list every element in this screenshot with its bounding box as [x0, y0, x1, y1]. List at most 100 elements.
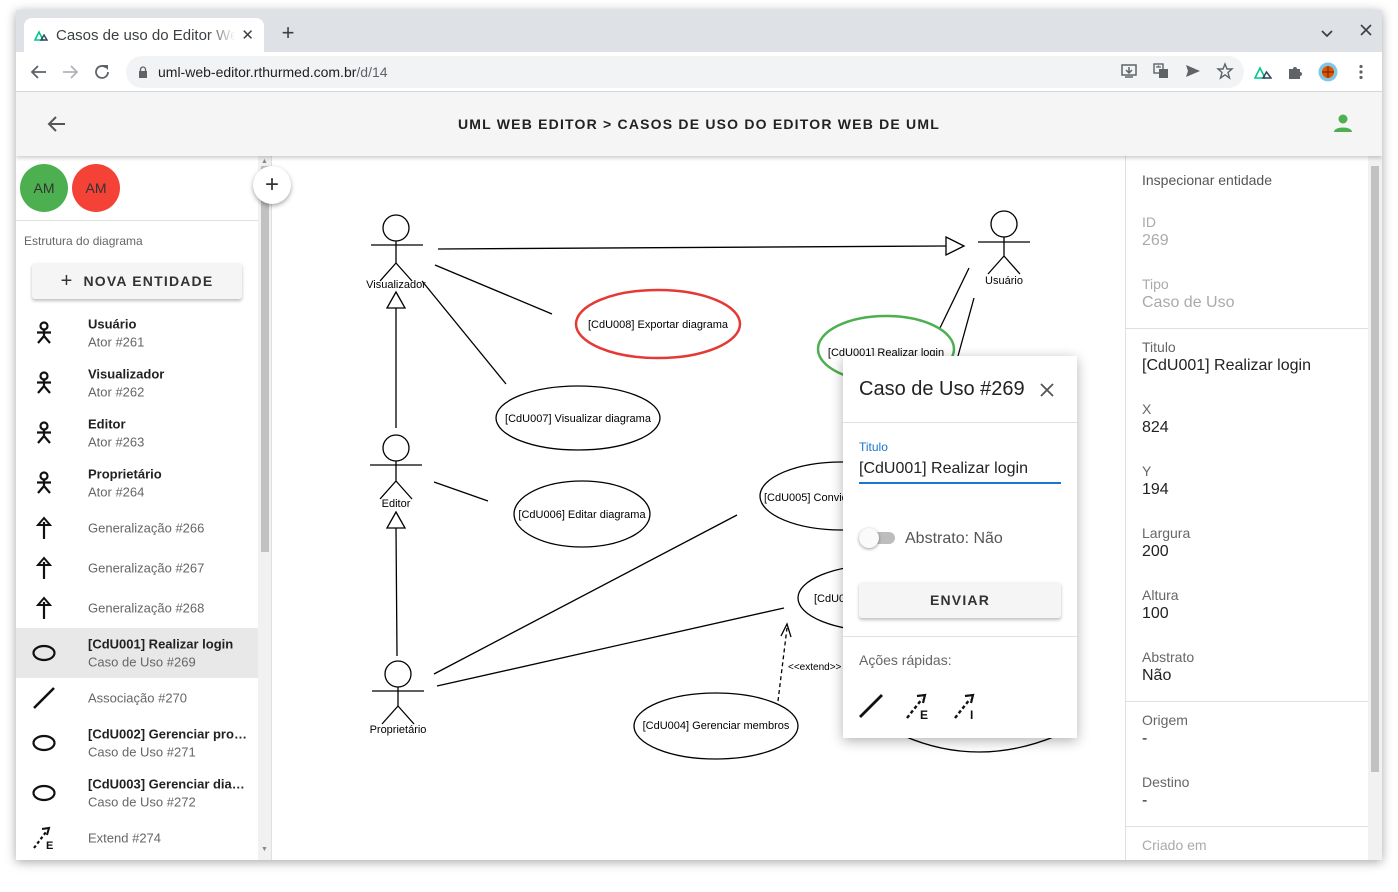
- avatar[interactable]: AM: [72, 164, 120, 212]
- close-icon[interactable]: [1039, 382, 1055, 398]
- svg-text:I: I: [970, 708, 973, 720]
- field-target: Destino -: [1142, 774, 1362, 810]
- new-tab-button[interactable]: +: [276, 22, 300, 44]
- association-line[interactable]: [938, 267, 970, 331]
- usecase-cdu006[interactable]: [CdU006] Editar diagrama: [513, 480, 651, 548]
- association-line[interactable]: [421, 280, 507, 385]
- title-field[interactable]: [859, 456, 1061, 484]
- list-item[interactable]: E Extend #274: [16, 818, 258, 858]
- list-item[interactable]: [CdU003] Gerenciar diag… Caso de Uso #272: [16, 768, 258, 818]
- scroll-down-icon[interactable]: ▼: [261, 846, 268, 853]
- list-item[interactable]: Generalização #266: [16, 508, 258, 548]
- address-bar[interactable]: uml-web-editor.rthurmed.com.br/d/14: [126, 56, 1244, 88]
- nuxt-extension-icon[interactable]: [1254, 63, 1272, 81]
- install-app-icon[interactable]: [1120, 62, 1138, 80]
- star-icon[interactable]: [1216, 62, 1234, 80]
- forward-icon[interactable]: [61, 63, 79, 81]
- arrow-left-icon[interactable]: [47, 114, 67, 134]
- field-abstract[interactable]: Abstrato Não: [1142, 649, 1362, 685]
- puzzle-icon[interactable]: [1286, 63, 1304, 81]
- list-item[interactable]: Associação #270: [16, 678, 258, 718]
- entity-sub: Ator #263: [88, 434, 145, 450]
- actor-proprietario[interactable]: Proprietário: [370, 660, 427, 736]
- association-line[interactable]: [436, 607, 785, 687]
- association-icon[interactable]: [857, 692, 885, 720]
- extend-icon[interactable]: E: [905, 692, 933, 720]
- field-x[interactable]: X 824: [1142, 401, 1362, 437]
- association-icon: [33, 687, 55, 709]
- list-item[interactable]: [CdU002] Gerenciar proj… Caso de Uso #271: [16, 718, 258, 768]
- window-close-icon[interactable]: [1360, 24, 1372, 36]
- field-value: 824: [1142, 419, 1169, 436]
- list-item[interactable]: Visualizador Ator #262: [16, 358, 258, 408]
- list-item[interactable]: [CdU001] Realizar login Caso de Uso #269: [16, 628, 258, 678]
- add-entity-fab[interactable]: +: [253, 166, 291, 204]
- scrollbar-thumb[interactable]: [1371, 166, 1379, 772]
- scroll-up-icon[interactable]: ▲: [261, 158, 268, 165]
- usecase-cdu007[interactable]: [CdU007] Visualizar diagrama: [495, 385, 661, 451]
- new-entity-button[interactable]: + NOVA ENTIDADE: [32, 263, 242, 299]
- field-value: -: [1142, 730, 1148, 747]
- send-button[interactable]: ENVIAR: [859, 582, 1061, 618]
- usecase-cdu008[interactable]: [CdU008] Exportar diagrama: [574, 288, 742, 360]
- actor-label: Proprietário: [370, 724, 427, 736]
- send-icon[interactable]: [1184, 62, 1202, 80]
- chevron-down-icon[interactable]: [1320, 26, 1334, 40]
- actor-visualizador[interactable]: Visualizador: [366, 214, 426, 291]
- toggle-thumb: [859, 528, 879, 548]
- field-label: ID: [1142, 214, 1156, 230]
- association-line[interactable]: [433, 481, 489, 502]
- entity-name: [CdU003] Gerenciar diag…: [88, 776, 248, 792]
- entity-name: Generalização #268: [88, 600, 205, 616]
- profile-avatar-icon[interactable]: [1318, 62, 1338, 82]
- field-width[interactable]: Largura 200: [1142, 525, 1362, 561]
- field-y[interactable]: Y 194: [1142, 463, 1362, 499]
- translate-icon[interactable]: [1152, 62, 1170, 80]
- field-title[interactable]: Titulo [CdU001] Realizar login: [1142, 339, 1362, 375]
- list-item[interactable]: Editor Ator #263: [16, 408, 258, 458]
- more-vert-icon[interactable]: [1352, 63, 1370, 81]
- generalization-icon: [35, 556, 53, 579]
- tab-close-icon[interactable]: ✕: [241, 26, 254, 44]
- association-line[interactable]: [434, 264, 553, 315]
- usecase-cdu003-partial[interactable]: [903, 735, 1057, 753]
- association-line[interactable]: [957, 297, 975, 357]
- field-height[interactable]: Altura 100: [1142, 587, 1362, 623]
- list-item[interactable]: Proprietário Ator #264: [16, 458, 258, 508]
- svg-text:E: E: [920, 708, 928, 720]
- inspector-scrollbar[interactable]: [1368, 156, 1382, 860]
- include-icon[interactable]: I: [953, 692, 981, 720]
- field-label: Abstrato: [1142, 649, 1195, 665]
- actor-editor[interactable]: Editor: [370, 434, 422, 510]
- app-bar: UML WEB EDITOR > CASOS DE USO DO EDITOR …: [16, 92, 1382, 156]
- browser-tab[interactable]: Casos de uso do Editor Web de UML ✕: [24, 18, 264, 52]
- entity-sub: Ator #262: [88, 384, 145, 400]
- svg-text:E: E: [46, 840, 53, 850]
- generalization-267[interactable]: [385, 290, 407, 428]
- list-item[interactable]: Generalização #267: [16, 548, 258, 588]
- list-item[interactable]: Usuário Ator #261: [16, 308, 258, 358]
- nuxt-favicon-icon: [34, 30, 48, 41]
- list-item[interactable]: Generalização #268: [16, 588, 258, 628]
- generalization-266[interactable]: [437, 235, 966, 257]
- extend-274[interactable]: <<extend>>: [777, 622, 842, 702]
- quick-actions-label: Ações rápidas:: [859, 652, 952, 668]
- lock-icon[interactable]: [138, 66, 148, 78]
- account-icon[interactable]: [1332, 112, 1354, 134]
- entity-name: Visualizador: [88, 366, 165, 382]
- back-icon[interactable]: [30, 63, 48, 81]
- avatar[interactable]: AM: [20, 164, 68, 212]
- abstract-toggle[interactable]: [859, 528, 897, 548]
- field-value: 269: [1142, 232, 1169, 249]
- usecase-cdu004[interactable]: [CdU004] Gerenciar membros: [633, 692, 799, 760]
- actor-usuario[interactable]: Usuário: [978, 210, 1030, 287]
- plus-icon: +: [60, 269, 74, 292]
- sidebar-scrollbar[interactable]: ▲ ▼: [258, 156, 271, 860]
- reload-icon[interactable]: [93, 63, 111, 81]
- scrollbar-thumb[interactable]: [261, 166, 269, 552]
- browser-window: Casos de uso do Editor Web de UML ✕ + um: [16, 10, 1382, 860]
- divider: [16, 220, 258, 221]
- generalization-icon: [35, 596, 53, 619]
- field-label: Y: [1142, 463, 1152, 479]
- generalization-268[interactable]: [385, 510, 407, 657]
